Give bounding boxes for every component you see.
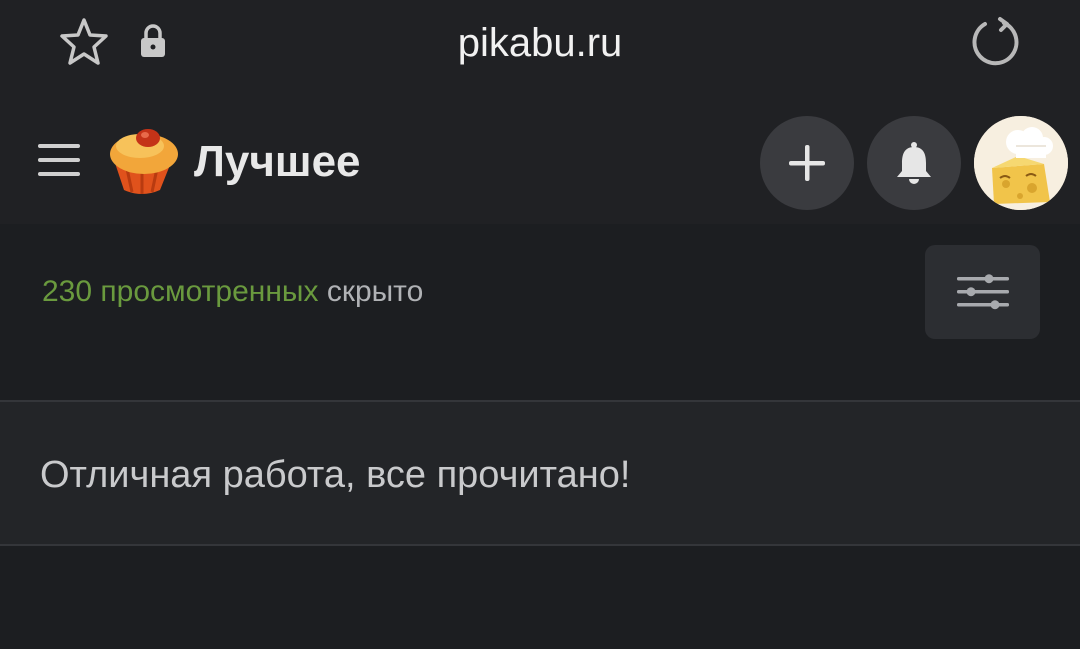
menu-line: [38, 172, 80, 176]
bell-icon: [897, 142, 931, 184]
all-read-panel: Отличная работа, все прочитано!: [0, 400, 1080, 546]
hamburger-menu-button[interactable]: [36, 140, 84, 180]
url-text[interactable]: pikabu.ru: [300, 18, 780, 68]
cupcake-logo-icon: [110, 129, 178, 194]
plus-icon: [789, 145, 825, 181]
page-title: Лучшее: [194, 137, 361, 186]
all-read-message: Отличная работа, все прочитано!: [40, 454, 631, 496]
menu-line: [38, 144, 80, 148]
bookmark-star-button[interactable]: [58, 16, 110, 68]
notifications-button[interactable]: [867, 116, 961, 210]
viewed-filter-bar: 230 просмотренных скрыто: [0, 224, 1080, 400]
reload-icon: [972, 17, 1019, 66]
add-post-button[interactable]: [760, 116, 854, 210]
viewed-count-link[interactable]: 230 просмотренных: [42, 275, 318, 308]
reload-button[interactable]: [968, 14, 1024, 70]
site-header: Лучшее: [0, 86, 1080, 224]
hidden-label: скрыто: [326, 275, 424, 308]
star-icon: [60, 18, 108, 65]
browser-address-bar: pikabu.ru: [0, 0, 1080, 86]
avatar-image-icon: [974, 116, 1068, 210]
feed-settings-button[interactable]: [925, 245, 1040, 339]
viewed-status: 230 просмотренных скрыто: [42, 272, 423, 312]
lock-icon: [138, 22, 168, 60]
pikabu-logo[interactable]: [104, 124, 180, 198]
sliders-icon: [956, 274, 1009, 310]
menu-line: [38, 158, 80, 162]
user-avatar[interactable]: [974, 116, 1068, 210]
